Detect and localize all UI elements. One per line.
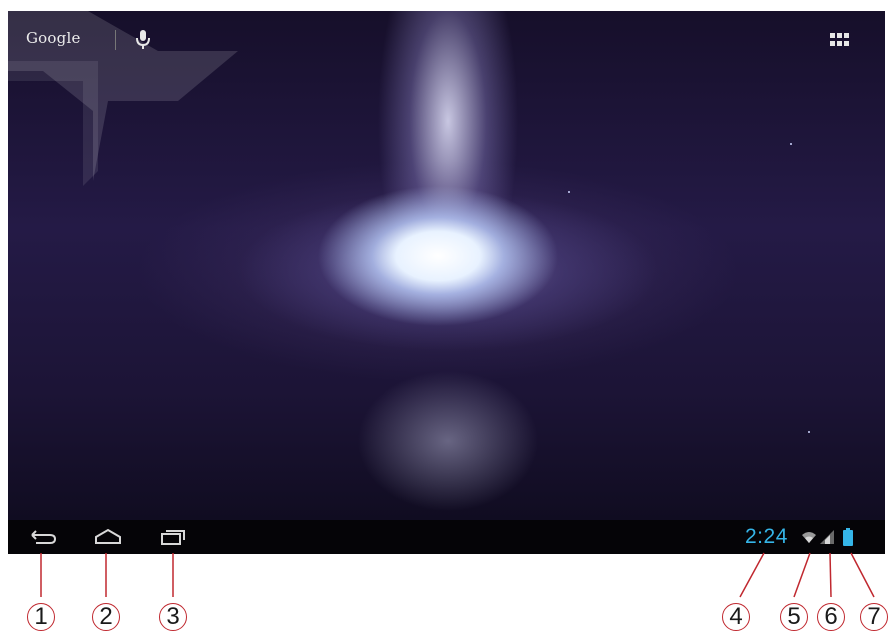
callout-5: 5 [780,603,808,631]
callout-2: 2 [92,603,120,631]
callout-4: 4 [722,603,750,631]
callout-7: 7 [860,603,888,631]
callout-1: 1 [27,603,55,631]
callout-3: 3 [159,603,187,631]
callout-leader-lines [40,552,875,598]
callout-6: 6 [817,603,845,631]
